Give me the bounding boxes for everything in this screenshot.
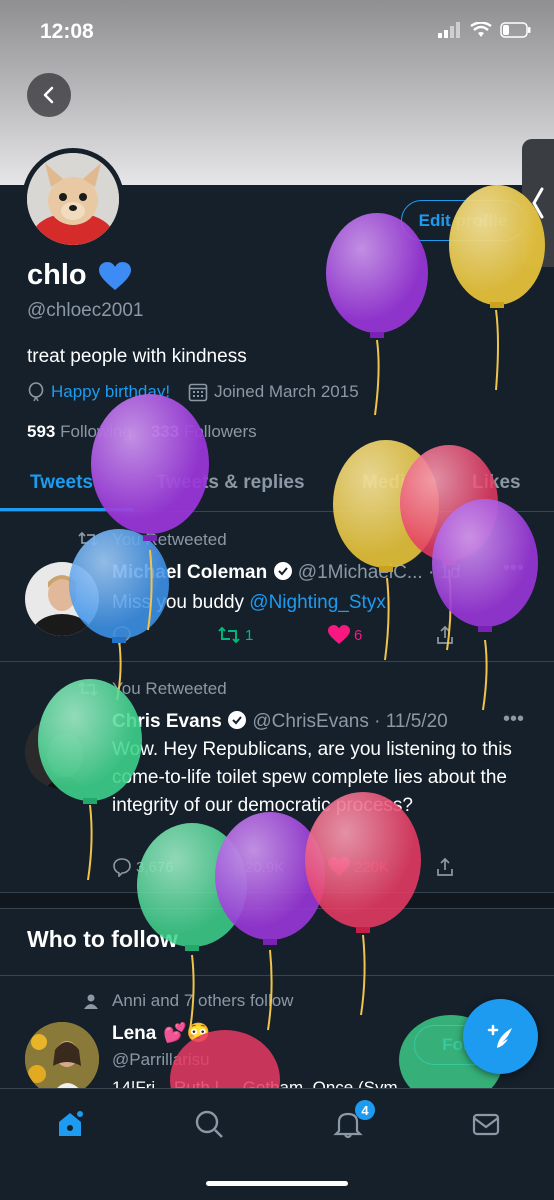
- tweet-header: Michael Coleman @1MichaelC... · 1d: [112, 561, 461, 584]
- tweet-item[interactable]: You Retweeted Chris Evans @ChrisEvans · …: [0, 662, 554, 893]
- status-icons: [438, 22, 532, 38]
- side-panel-handle[interactable]: [522, 139, 554, 267]
- person-icon: [84, 994, 98, 1009]
- following-label: Following: [60, 422, 132, 441]
- retweet-button[interactable]: 20.9K: [217, 857, 284, 877]
- retweet-icon: [78, 681, 98, 697]
- tweet-text: Wow. Hey Republicans, are you listening …: [112, 739, 512, 816]
- search-icon[interactable]: [194, 1109, 224, 1139]
- tweet-author-name[interactable]: Chris Evans: [112, 711, 222, 732]
- divider: [0, 975, 554, 976]
- reply-button[interactable]: 3,676: [112, 857, 174, 877]
- share-button[interactable]: [435, 625, 455, 645]
- like-count: 220K: [354, 858, 390, 876]
- more-options-icon[interactable]: •••: [503, 557, 524, 580]
- reply-icon: [113, 858, 131, 877]
- retweet-icon: [78, 531, 98, 547]
- retweeted-label: You Retweeted: [112, 679, 227, 698]
- calendar-icon: [188, 383, 208, 402]
- tweet-author-name[interactable]: Michael Coleman: [112, 562, 267, 583]
- tweet-item[interactable]: You Retweeted Michael Coleman @1MichaelC…: [0, 513, 554, 662]
- profile-handle: @chloec2001: [27, 300, 144, 321]
- edit-profile-button[interactable]: Edit profile: [401, 200, 525, 241]
- profile-avatar[interactable]: [22, 148, 124, 250]
- social-context: Anni and 7 others follow: [112, 991, 294, 1010]
- author-photo: [25, 715, 99, 789]
- notifications-badge: 4: [355, 1100, 375, 1120]
- back-arrow-icon: [43, 86, 54, 104]
- compose-icon: [487, 1024, 512, 1048]
- retweet-button[interactable]: 1: [217, 625, 253, 645]
- battery-icon: [500, 22, 531, 38]
- retweeted-label: You Retweeted: [112, 530, 227, 549]
- retweet-icon: [218, 626, 240, 644]
- like-button[interactable]: 6: [328, 625, 362, 645]
- tweet-text: Miss you buddy @Nighting_Styx: [112, 589, 532, 617]
- wifi-icon: [470, 22, 492, 37]
- compose-tweet-button[interactable]: [463, 999, 538, 1074]
- mail-icon[interactable]: [471, 1109, 501, 1139]
- verified-icon: [273, 562, 292, 580]
- tab-media[interactable]: Media: [362, 472, 416, 494]
- reply-button[interactable]: [112, 625, 132, 645]
- user-photo: [25, 1022, 99, 1096]
- heart-icon: [328, 625, 350, 644]
- followers-link[interactable]: 333 Followers: [151, 422, 257, 441]
- profile-bio: treat people with kindness: [27, 346, 247, 367]
- share-icon: [437, 625, 453, 644]
- verified-icon: [228, 711, 247, 729]
- signal-icon: [438, 22, 460, 38]
- tweet-header: Chris Evans @ChrisEvans · 11/5/20: [112, 710, 448, 733]
- like-count: 6: [354, 626, 363, 644]
- back-button[interactable]: [27, 73, 71, 117]
- section-separator: [0, 893, 554, 909]
- active-tab-indicator: [0, 508, 134, 511]
- tweet-time: · 1d: [427, 562, 461, 583]
- blue-heart-icon: [99, 262, 131, 290]
- chevron-left-icon: [532, 187, 544, 219]
- tab-tweets-replies[interactable]: Tweets & replies: [156, 472, 305, 494]
- following-count: 593: [27, 422, 56, 441]
- status-time: 12:08: [40, 20, 94, 43]
- share-button[interactable]: [435, 857, 455, 877]
- reply-count: 3,676: [136, 858, 174, 876]
- heart-icon: [328, 857, 350, 876]
- author-photo: [25, 562, 99, 636]
- share-icon: [437, 857, 453, 876]
- tweet-text-plain: Miss you buddy: [112, 592, 250, 613]
- tweet-avatar[interactable]: [25, 715, 99, 789]
- profile-meta: Happy birthday! Joined March 2015: [27, 382, 359, 402]
- tweet-author-handle: @1MichaelC...: [297, 562, 423, 583]
- tab-tweets[interactable]: Tweets: [30, 472, 93, 494]
- suggested-user-name[interactable]: Lena: [112, 1023, 156, 1045]
- joined-date: Joined March 2015: [214, 382, 359, 401]
- like-button[interactable]: 220K: [328, 857, 389, 877]
- home-indicator: [206, 1181, 348, 1186]
- status-bar: 12:08: [0, 0, 554, 62]
- tweet-time: · 11/5/20: [374, 711, 448, 732]
- dog-photo: [27, 153, 119, 245]
- followers-count: 333: [150, 422, 180, 441]
- retweet-icon: [218, 858, 240, 876]
- reply-icon: [113, 626, 131, 645]
- retweet-count: 1: [245, 626, 254, 644]
- suggested-user-avatar[interactable]: [25, 1022, 99, 1096]
- follow-stats: 593 Following 333 Followers: [27, 422, 257, 442]
- sparkling-heart-icon: 💕😳: [163, 1023, 211, 1044]
- tweet-author-handle: @ChrisEvans: [252, 711, 369, 732]
- balloon-icon: [28, 382, 44, 402]
- profile-name: chlo: [27, 259, 87, 291]
- suggested-user-handle: @Parrillarisu: [112, 1050, 210, 1069]
- more-options-icon[interactable]: •••: [503, 708, 524, 731]
- birthday-link[interactable]: Happy birthday!: [51, 382, 170, 402]
- followers-label: Followers: [183, 422, 257, 441]
- following-link[interactable]: 593 Following: [27, 422, 132, 441]
- profile-tabs: Tweets Tweets & replies Media Likes: [0, 462, 554, 512]
- retweet-count: 20.9K: [245, 858, 285, 876]
- who-to-follow-title: Who to follow: [27, 926, 178, 952]
- mention-link[interactable]: @Nighting_Styx: [249, 592, 386, 613]
- tweet-avatar[interactable]: [25, 562, 99, 636]
- tab-likes[interactable]: Likes: [472, 472, 521, 494]
- home-icon[interactable]: [55, 1109, 85, 1139]
